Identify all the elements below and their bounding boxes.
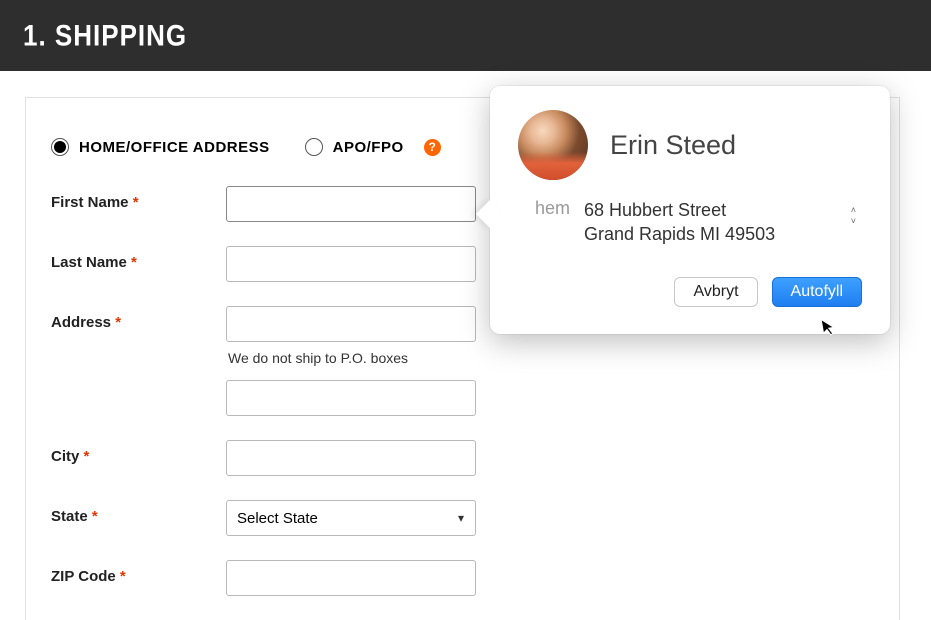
- address-note: We do not ship to P.O. boxes: [228, 350, 476, 366]
- required-asterisk: *: [133, 194, 139, 211]
- radio-apo-fpo[interactable]: APO/FPO: [305, 138, 404, 156]
- label-text: First Name: [51, 194, 129, 211]
- address-label: Address *: [51, 306, 226, 331]
- autofill-address-row[interactable]: hem 68 Hubbert Street Grand Rapids MI 49…: [518, 198, 862, 247]
- state-label: State *: [51, 500, 226, 525]
- radio-label: HOME/OFFICE ADDRESS: [79, 139, 270, 156]
- label-text: Address: [51, 314, 111, 331]
- radio-circle-selected-icon: [51, 138, 69, 156]
- required-asterisk: *: [92, 508, 98, 525]
- city-input[interactable]: [226, 440, 476, 476]
- city-label: City *: [51, 440, 226, 465]
- address-input-stack: We do not ship to P.O. boxes: [226, 306, 476, 416]
- required-asterisk: *: [120, 568, 126, 585]
- chevron-up-icon: ˄: [851, 206, 856, 215]
- zip-label: ZIP Code *: [51, 560, 226, 585]
- autofill-address-text: 68 Hubbert Street Grand Rapids MI 49503: [584, 198, 775, 247]
- address-line1: 68 Hubbert Street: [584, 198, 775, 222]
- row-city: City *: [51, 440, 899, 476]
- state-select-wrapper: Select State ▾: [226, 500, 476, 536]
- address-stepper[interactable]: ˄ ˅: [851, 206, 856, 226]
- label-text: Last Name: [51, 254, 127, 271]
- radio-label: APO/FPO: [333, 139, 404, 156]
- last-name-input[interactable]: [226, 246, 476, 282]
- required-asterisk: *: [115, 314, 121, 331]
- autofill-button[interactable]: Autofyll: [772, 277, 862, 307]
- contact-header: Erin Steed: [518, 110, 862, 180]
- zip-input[interactable]: [226, 560, 476, 596]
- chevron-down-icon: ˅: [851, 217, 856, 226]
- last-name-label: Last Name *: [51, 246, 226, 271]
- label-text: State: [51, 508, 88, 525]
- checkout-step-header: 1. SHIPPING: [0, 0, 931, 71]
- first-name-label: First Name *: [51, 186, 226, 211]
- radio-circle-icon: [305, 138, 323, 156]
- avatar: [518, 110, 588, 180]
- page-title: 1. SHIPPING: [23, 18, 187, 54]
- help-icon[interactable]: ?: [424, 139, 441, 156]
- row-state: State * Select State ▾: [51, 500, 899, 536]
- address-line2: Grand Rapids MI 49503: [584, 222, 775, 246]
- label-text: ZIP Code: [51, 568, 116, 585]
- required-asterisk: *: [131, 254, 137, 271]
- label-text: City: [51, 448, 79, 465]
- first-name-input[interactable]: [226, 186, 476, 222]
- address-tag: hem: [526, 198, 570, 219]
- state-select[interactable]: Select State: [226, 500, 476, 536]
- row-zip: ZIP Code *: [51, 560, 899, 596]
- required-asterisk: *: [84, 448, 90, 465]
- address-line2-input[interactable]: [226, 380, 476, 416]
- radio-home-office[interactable]: HOME/OFFICE ADDRESS: [51, 138, 270, 156]
- popover-buttons: Avbryt Autofyll: [518, 277, 862, 307]
- autofill-popover: Erin Steed hem 68 Hubbert Street Grand R…: [490, 86, 890, 334]
- cancel-button[interactable]: Avbryt: [674, 277, 757, 307]
- contact-name: Erin Steed: [610, 130, 736, 161]
- address-line1-input[interactable]: [226, 306, 476, 342]
